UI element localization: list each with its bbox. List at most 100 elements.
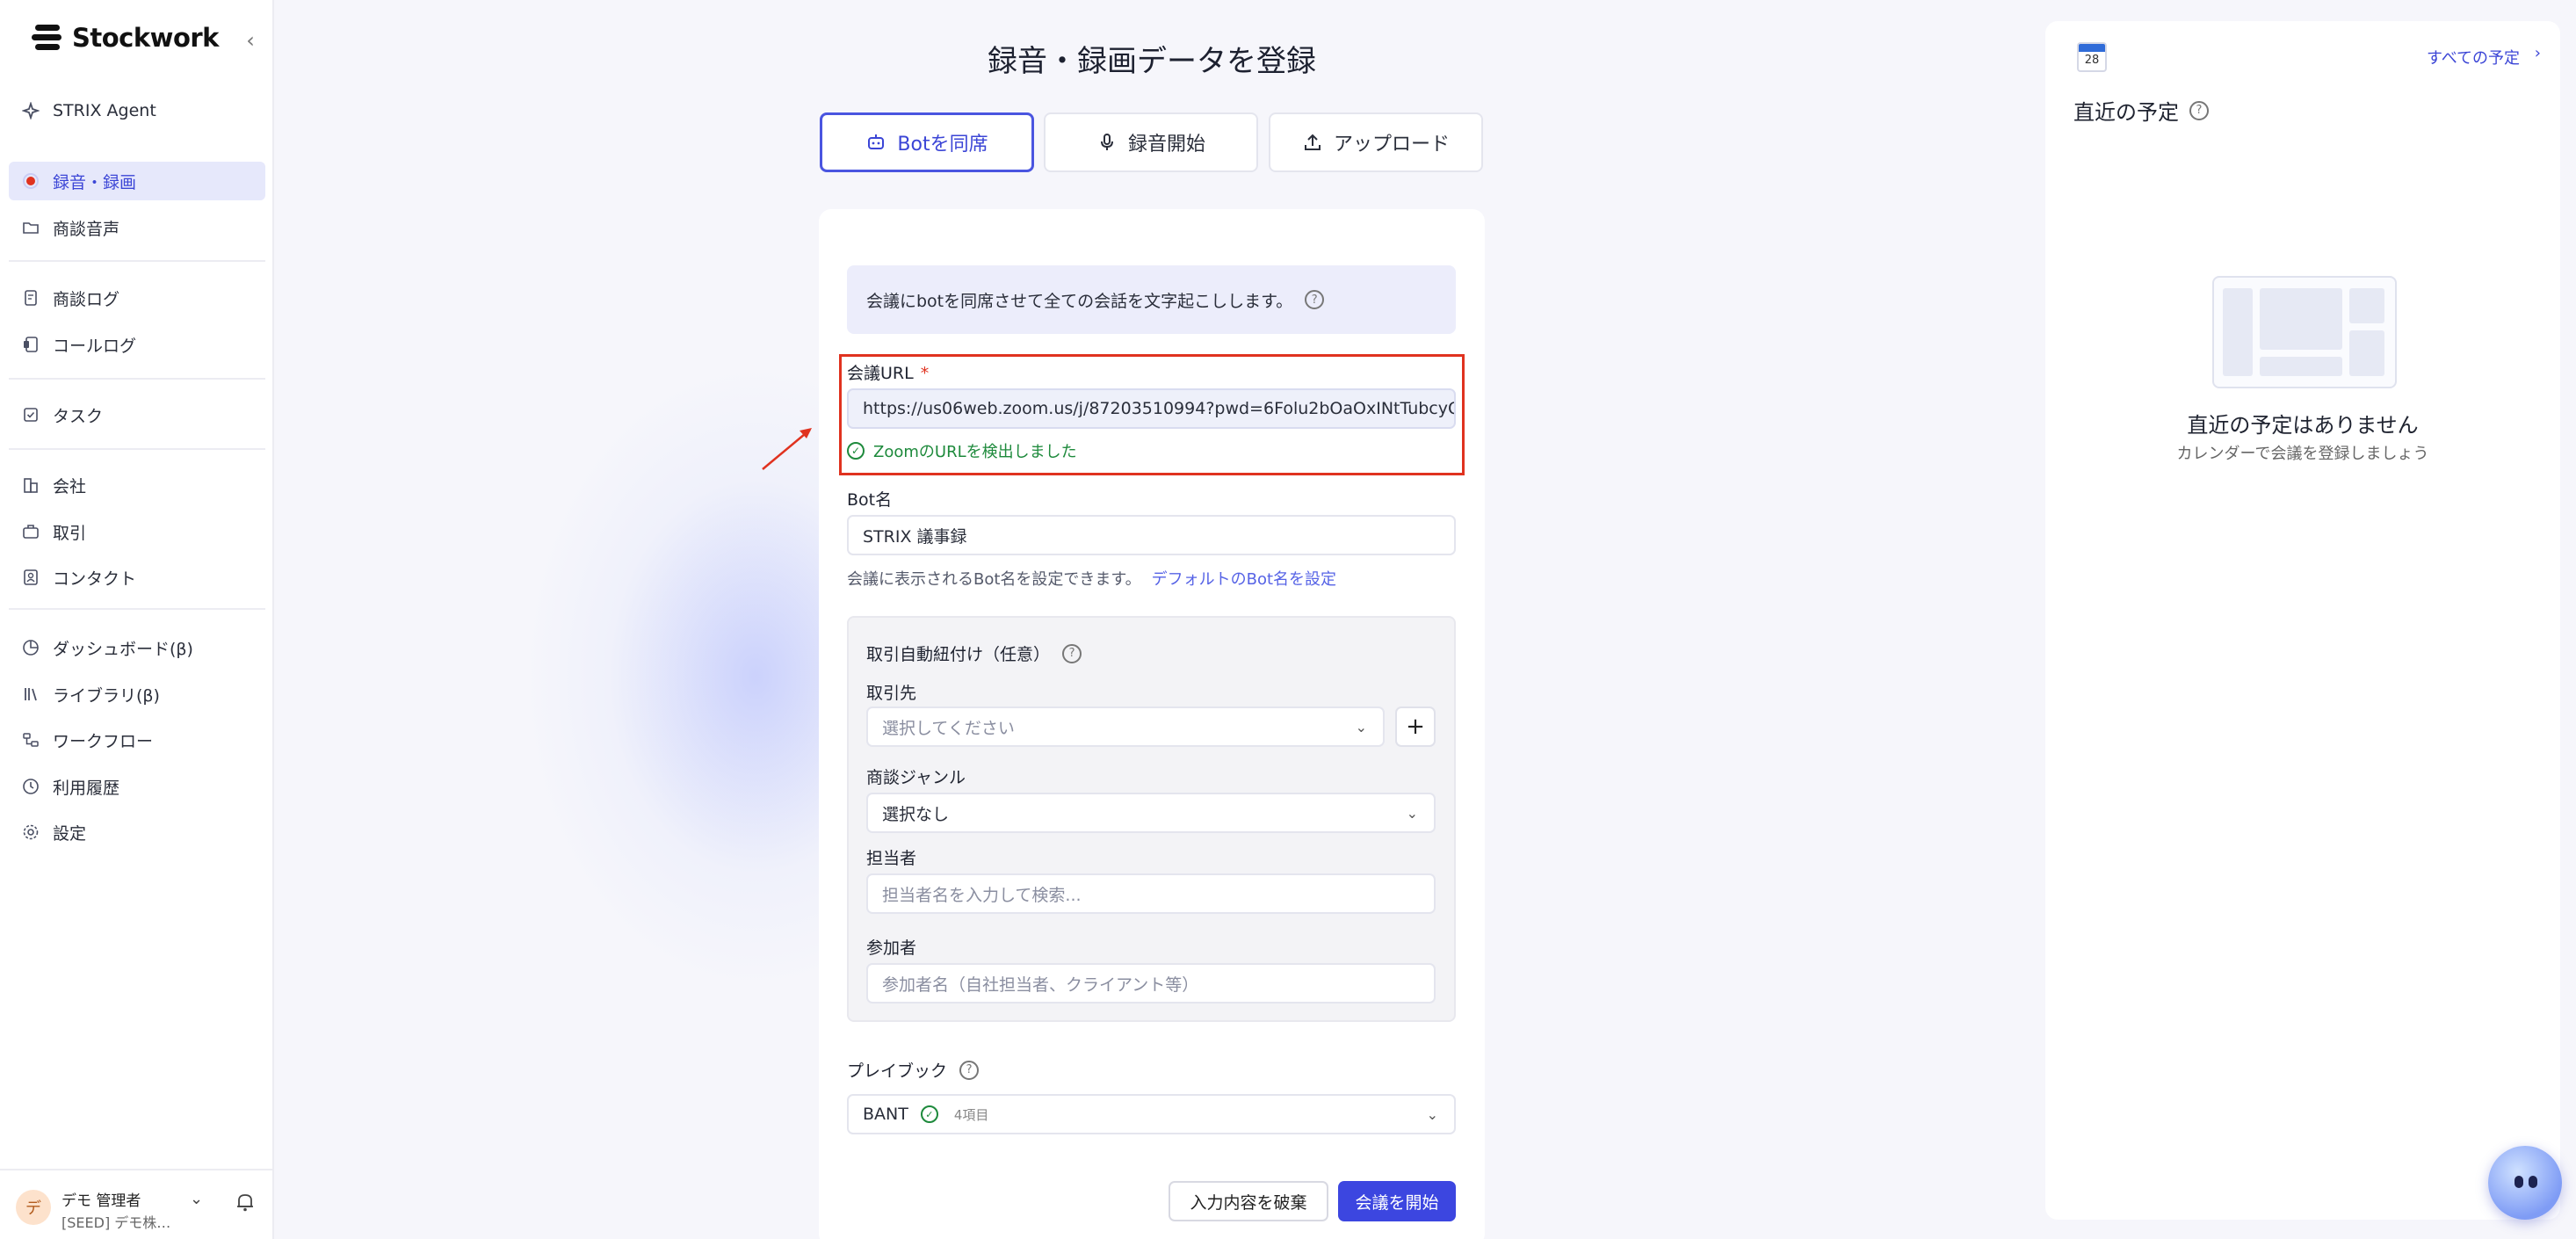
gear-icon — [21, 822, 40, 842]
url-detected-message: ✓ ZoomのURLを検出しました — [847, 439, 1077, 462]
empty-subtitle: カレンダーで会議を登録しましょう — [2176, 445, 2429, 463]
user-org: [SEED] デモ株式会社 — [62, 1214, 185, 1231]
sidebar-divider — [9, 378, 265, 380]
tab-upload[interactable]: アップロード — [1269, 112, 1483, 172]
sidebar-item-workflow[interactable]: ワークフロー — [9, 721, 265, 759]
history-icon — [21, 777, 40, 796]
annotation-arrow-icon — [762, 428, 812, 470]
empty-title: 直近の予定はありません — [2187, 413, 2419, 438]
help-icon[interactable]: ? — [959, 1060, 980, 1080]
playbook-select[interactable]: BANT ✓ 4項目 ⌄ — [847, 1094, 1456, 1134]
chevron-down-icon: ⌄ — [1426, 1106, 1438, 1123]
bot-icon — [865, 132, 886, 153]
sidebar-item-label: ダッシュボード(β) — [53, 639, 193, 659]
upload-icon — [1302, 132, 1323, 153]
check-circle-icon: ✓ — [847, 442, 865, 460]
library-icon — [21, 685, 40, 704]
calendar-icon: 28 — [2077, 42, 2107, 72]
checkbox-icon — [21, 405, 40, 424]
building-icon — [21, 475, 40, 495]
sidebar-item-label: 商談ログ — [53, 289, 120, 309]
sidebar-item-deal[interactable]: 取引 — [9, 512, 265, 551]
bot-name-label: Bot名 — [847, 490, 893, 510]
sidebar-item-company[interactable]: 会社 — [9, 466, 265, 504]
sidebar-item-settings[interactable]: 設定 — [9, 813, 265, 851]
sidebar-item-label: 録音・録画 — [53, 172, 137, 192]
user-name: デモ 管理者 — [62, 1192, 141, 1210]
genre-label: 商談ジャンル — [866, 768, 966, 787]
sidebar-divider — [9, 260, 265, 262]
page-title: 録音・録画データを登録 — [988, 44, 1316, 79]
bot-name-hint: 会議に表示されるBot名を設定できます。 デフォルトのBot名を設定 — [847, 570, 1337, 589]
assistant-eye — [2514, 1176, 2523, 1188]
meeting-url-label: 会議URL * — [847, 364, 930, 383]
sidebar-item-label: 利用履歴 — [53, 778, 120, 798]
phone-log-icon — [21, 335, 40, 354]
sidebar-item-label: タスク — [53, 406, 104, 426]
participants-input[interactable]: 参加者名（自社担当者、クライアント等） — [866, 963, 1436, 1004]
genre-select[interactable]: 選択なし ⌄ — [866, 793, 1436, 833]
sidebar-item-contact[interactable]: コンタクト — [9, 558, 265, 597]
info-text: 会議にbotを同席させて全ての会話を文字起こしします。 — [866, 291, 1293, 311]
folder-icon — [21, 218, 40, 237]
sidebar-item-task[interactable]: タスク — [9, 395, 265, 434]
sidebar-item-call-log[interactable]: コールログ — [9, 325, 265, 364]
bot-name-input[interactable]: STRIX 議事録 — [847, 515, 1456, 555]
sidebar-item-dashboard[interactable]: ダッシュボード(β) — [9, 628, 265, 667]
tab-record-start[interactable]: 録音開始 — [1044, 112, 1258, 172]
sidebar-item-label: ライブラリ(β) — [53, 685, 160, 706]
logo[interactable]: Stockwork — [32, 23, 219, 53]
chevron-down-icon: ⌄ — [1406, 805, 1418, 822]
chevron-down-icon: ⌄ — [1355, 719, 1367, 735]
help-icon[interactable]: ? — [1062, 643, 1082, 663]
sidebar-item-label: 商談音声 — [53, 219, 120, 239]
add-client-button[interactable]: + — [1395, 706, 1436, 747]
collapse-sidebar-button[interactable]: ‹ — [241, 28, 260, 53]
plus-icon: + — [1406, 714, 1425, 740]
logo-text: Stockwork — [72, 23, 219, 53]
deal-link-title: 取引自動紐付け（任意） ? — [866, 641, 1082, 665]
sidebar-item-label: STRIX Agent — [53, 101, 156, 120]
info-box: 会議にbotを同席させて全ての会話を文字起こしします。 ? — [847, 265, 1456, 334]
tab-label: Botを同席 — [897, 134, 988, 156]
sidebar-item-label: ワークフロー — [53, 731, 154, 751]
default-bot-name-link[interactable]: デフォルトのBot名を設定 — [1152, 570, 1336, 589]
participants-label: 参加者 — [866, 938, 917, 958]
help-icon[interactable]: ? — [1305, 290, 1325, 309]
record-icon — [21, 171, 40, 191]
owner-label: 担当者 — [866, 849, 917, 868]
meeting-url-input[interactable]: https://us06web.zoom.us/j/87203510994?pw… — [847, 388, 1456, 429]
bell-icon[interactable] — [235, 1192, 255, 1214]
contact-icon — [21, 568, 40, 587]
sidebar-item-meeting-log[interactable]: 商談ログ — [9, 279, 265, 317]
sidebar-item-strix-agent[interactable]: STRIX Agent — [9, 91, 265, 130]
discard-button[interactable]: 入力内容を破棄 — [1169, 1181, 1328, 1221]
assistant-eye — [2529, 1176, 2537, 1188]
workflow-icon — [21, 730, 40, 750]
sidebar-item-label: コールログ — [53, 336, 137, 356]
document-icon — [21, 288, 40, 308]
assistant-bot-button[interactable] — [2488, 1146, 2562, 1220]
start-meeting-button[interactable]: 会議を開始 — [1338, 1181, 1456, 1221]
avatar: デ — [16, 1190, 51, 1225]
client-select[interactable]: 選択してください ⌄ — [866, 706, 1385, 747]
sidebar-item-meeting-audio[interactable]: 商談音声 — [9, 208, 265, 247]
sidebar-item-recording[interactable]: 録音・録画 — [9, 162, 265, 200]
logo-mark-icon — [32, 23, 62, 53]
panel-title: 直近の予定 ? — [2073, 95, 2209, 126]
briefcase-icon — [21, 522, 40, 541]
all-schedules-link[interactable]: すべての予定 — [2427, 46, 2520, 69]
sidebar-item-library[interactable]: ライブラリ(β) — [9, 675, 265, 714]
tab-bot-join[interactable]: Botを同席 — [820, 112, 1034, 172]
sparkle-icon — [21, 101, 40, 120]
help-icon[interactable]: ? — [2189, 100, 2209, 120]
owner-search-input[interactable]: 担当者名を入力して検索... — [866, 873, 1436, 914]
chevron-down-icon[interactable]: ⌄ — [190, 1190, 203, 1208]
chevron-right-icon[interactable]: › — [2535, 44, 2541, 62]
user-menu[interactable]: デ デモ 管理者 [SEED] デモ株式会社 ⌄ — [0, 1169, 272, 1239]
playbook-label: プレイブック ? — [847, 1058, 980, 1082]
tab-label: 録音開始 — [1127, 134, 1205, 156]
sidebar-item-usage-history[interactable]: 利用履歴 — [9, 767, 265, 806]
microphone-icon — [1096, 132, 1118, 153]
sidebar-divider — [9, 608, 265, 610]
